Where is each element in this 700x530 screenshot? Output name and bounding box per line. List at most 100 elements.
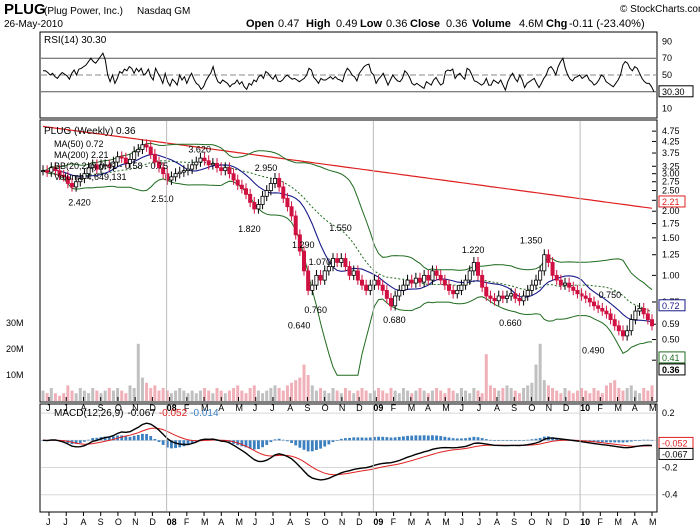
chg-value: -0.11 (-23.40%) bbox=[569, 18, 645, 30]
volume-bar bbox=[302, 364, 306, 401]
volume-bar bbox=[265, 390, 269, 401]
candle-body bbox=[231, 173, 236, 181]
macd-hist-bar bbox=[447, 437, 451, 441]
macd-hist-bar bbox=[319, 440, 322, 449]
candle-body bbox=[550, 262, 555, 276]
exchange: Nasdaq GM bbox=[137, 6, 190, 17]
x-tick-label-bottom: M bbox=[201, 517, 209, 527]
macd-hist-bar bbox=[505, 440, 509, 441]
macd-hist-bar bbox=[518, 440, 521, 441]
volume-bar bbox=[609, 382, 613, 401]
macd-hist-bar bbox=[252, 440, 256, 450]
macd-hist-bar bbox=[381, 436, 385, 441]
x-tick-label-top: M bbox=[615, 403, 623, 413]
macd-hist-bar bbox=[174, 440, 177, 449]
volume-bar bbox=[103, 390, 107, 401]
candle-body bbox=[210, 163, 215, 166]
x-tick-label-bottom: 08 bbox=[167, 517, 177, 527]
macd-hist-bar bbox=[145, 434, 148, 441]
volume-bar bbox=[381, 390, 385, 401]
macd-hist-bar bbox=[161, 440, 165, 445]
volume-bar bbox=[49, 388, 53, 401]
x-tick-label-bottom: J bbox=[477, 517, 482, 527]
price-annotation: 0.640 bbox=[288, 321, 311, 331]
macd-hist-bar bbox=[348, 437, 351, 441]
volume-tick-label: 10M bbox=[6, 370, 24, 380]
macd-hist-bar bbox=[501, 440, 505, 441]
volume-bar bbox=[430, 390, 434, 401]
volume-bar bbox=[203, 388, 207, 401]
price-label: PLUG (Weekly) 0.36 bbox=[44, 126, 136, 137]
candle-body bbox=[592, 301, 597, 307]
macd-hist-bar bbox=[484, 439, 488, 441]
candle-body bbox=[604, 310, 609, 315]
volume-bar bbox=[207, 390, 211, 401]
macd-hist-bar bbox=[265, 440, 269, 445]
candle-body bbox=[214, 163, 219, 169]
volume-bar bbox=[87, 393, 91, 401]
macd-hist-bar bbox=[78, 440, 82, 444]
ma50-line bbox=[42, 153, 653, 323]
candle-body bbox=[277, 178, 282, 188]
macd-tick-label: 0.2 bbox=[662, 408, 675, 418]
candle-body bbox=[563, 282, 568, 286]
rsi-line bbox=[43, 52, 655, 93]
macd-hist-bar bbox=[609, 440, 612, 443]
volume-bar bbox=[368, 393, 372, 401]
volume-bar bbox=[128, 385, 132, 401]
candle-body bbox=[380, 284, 385, 291]
x-tick-label-bottom: A bbox=[425, 517, 431, 527]
volume-bar bbox=[211, 393, 215, 401]
macd-hist-bar bbox=[455, 438, 459, 441]
volume-bar bbox=[190, 390, 194, 401]
candle-body bbox=[571, 286, 576, 291]
volume-bar bbox=[256, 390, 260, 401]
volume-bar bbox=[414, 390, 418, 401]
macd-hist-bar bbox=[339, 438, 343, 441]
volume-bar bbox=[194, 393, 198, 401]
volume-bar bbox=[439, 390, 443, 401]
x-tick-label-top: A bbox=[218, 403, 224, 413]
candle-body bbox=[587, 297, 592, 303]
volume-bar bbox=[178, 388, 182, 401]
macd-label-prefix: MACD(12,26,9) bbox=[54, 408, 123, 419]
volume-bar bbox=[447, 388, 451, 401]
x-tick-label-top: M bbox=[408, 403, 416, 413]
candle-body bbox=[633, 310, 638, 321]
volume-bar bbox=[397, 393, 401, 401]
volume-bar bbox=[555, 390, 559, 401]
volume-bar bbox=[493, 388, 497, 401]
rsi-tick-label: 90 bbox=[662, 36, 672, 46]
volume-bar bbox=[66, 385, 70, 401]
volume-bar bbox=[418, 388, 422, 401]
x-tick-label-bottom: 10 bbox=[580, 517, 590, 527]
volume-bar bbox=[70, 390, 74, 401]
volume-value: 4.6M bbox=[519, 18, 543, 30]
candle-body bbox=[529, 284, 534, 291]
candle-body bbox=[41, 170, 46, 173]
candle-body bbox=[384, 290, 389, 299]
macd-hist-bar bbox=[261, 440, 264, 448]
x-tick-label-bottom: M bbox=[649, 517, 657, 527]
volume-bar bbox=[364, 390, 368, 401]
candle-body bbox=[190, 164, 195, 170]
macd-hist-bar bbox=[402, 436, 405, 441]
volume-bar bbox=[240, 390, 244, 401]
candle-body bbox=[310, 284, 315, 291]
volume-bar bbox=[464, 390, 468, 401]
x-tick-label-top: F bbox=[597, 403, 603, 413]
volume-bar bbox=[488, 385, 492, 401]
candle-body bbox=[650, 319, 655, 327]
candle-body bbox=[475, 262, 480, 276]
volume-bar bbox=[377, 388, 381, 401]
volume-bar bbox=[451, 390, 455, 401]
candle-body bbox=[409, 279, 414, 284]
candle-body bbox=[645, 313, 650, 321]
volume-bar bbox=[294, 380, 298, 401]
x-tick-label-top: J bbox=[270, 403, 275, 413]
candle-body bbox=[459, 284, 464, 291]
open-label: Open bbox=[246, 18, 274, 30]
ma200-label: MA(200) 2.21 bbox=[54, 150, 109, 160]
x-tick-label-bottom: M bbox=[408, 517, 416, 527]
volume-bar bbox=[352, 393, 356, 401]
